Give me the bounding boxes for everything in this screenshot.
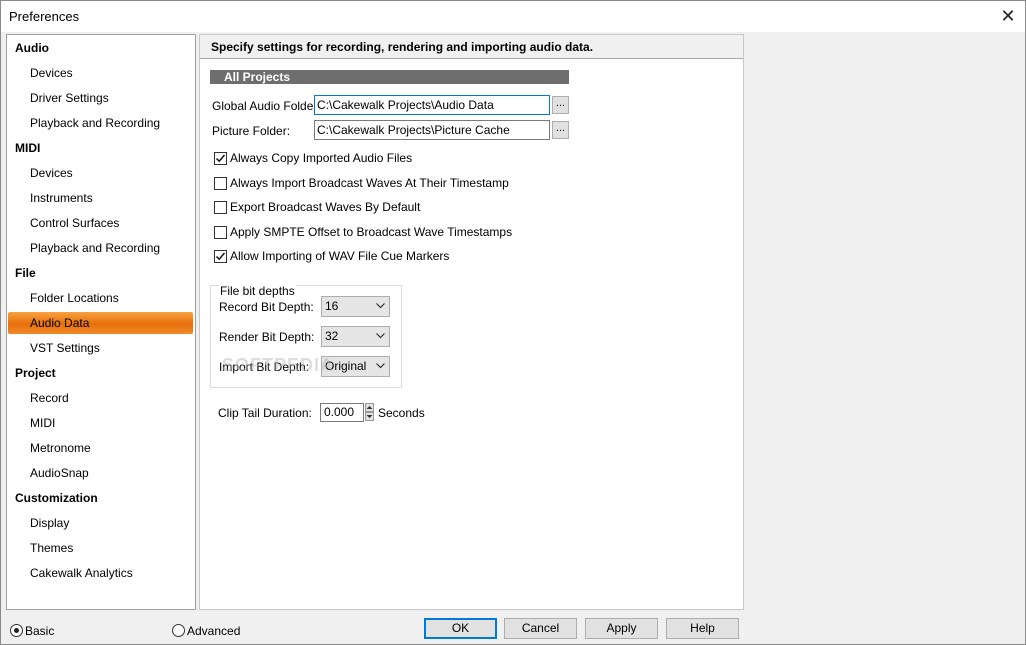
nav-item-midi[interactable]: MIDI (7, 412, 195, 434)
ok-button[interactable]: OK (424, 618, 497, 639)
nav-item-record[interactable]: Record (7, 387, 195, 409)
allow-importing-of-wav-file-cue-markers-label[interactable]: Allow Importing of WAV File Cue Markers (230, 249, 449, 263)
category-tree: Audio Devices Driver Settings Playback and … (6, 34, 196, 610)
picture-folder-input[interactable]: C:\Cakewalk Projects\Picture Cache (314, 120, 550, 140)
apply-smpte-offset-to-broadcast-wave-timestamps-label[interactable]: Apply SMPTE Offset to Broadcast Wave Tim… (230, 225, 512, 239)
nav-item-instruments[interactable]: Instruments (7, 187, 195, 209)
global-audio-folder-input[interactable]: C:\Cakewalk Projects\Audio Data (314, 95, 550, 115)
spin-down-icon[interactable] (365, 412, 374, 421)
nav-item-devices[interactable]: Devices (7, 162, 195, 184)
render-bit-depth-value: 32 (325, 329, 339, 343)
nav-category-project[interactable]: Project (7, 362, 195, 384)
clip-tail-duration-input[interactable]: 0.000 (320, 403, 364, 422)
nav-item-folder-locations[interactable]: Folder Locations (7, 287, 195, 309)
render-bit-depth-label: Render Bit Depth: (219, 330, 315, 344)
spin-up-icon[interactable] (365, 403, 374, 412)
file-bit-depths-legend: File bit depths (219, 284, 296, 298)
nav-category-customization[interactable]: Customization (7, 487, 195, 509)
apply-smpte-offset-to-broadcast-wave-timestamps-checkbox[interactable] (214, 225, 227, 239)
picture-folder-browse-button[interactable]: ... (552, 121, 569, 139)
panel-description: Specify settings for recording, renderin… (200, 35, 743, 59)
basic-mode-radio[interactable] (10, 624, 23, 637)
checkmark-icon (215, 154, 226, 163)
window-title: Preferences (9, 9, 80, 24)
record-bit-depth-select[interactable]: 16 (321, 296, 390, 317)
help-button[interactable]: Help (666, 618, 739, 639)
nav-category-file[interactable]: File (7, 262, 195, 284)
basic-mode-label[interactable]: Basic (25, 624, 54, 638)
picture-folder-label: Picture Folder: (212, 124, 291, 138)
nav-item-playback-and-recording[interactable]: Playback and Recording (7, 112, 195, 134)
close-icon[interactable]: ✕ (997, 5, 1019, 27)
allow-importing-of-wav-file-cue-markers-checkbox[interactable] (214, 250, 227, 263)
clip-tail-unit: Seconds (378, 406, 425, 420)
record-bit-depth-value: 16 (325, 299, 339, 313)
record-bit-depth-label: Record Bit Depth: (219, 300, 314, 314)
clip-tail-duration-label: Clip Tail Duration: (218, 406, 312, 420)
nav-item-control-surfaces[interactable]: Control Surfaces (7, 212, 195, 234)
chevron-down-icon (376, 303, 385, 309)
settings-panel: Specify settings for recording, renderin… (199, 34, 744, 610)
export-broadcast-waves-by-default-checkbox[interactable] (214, 201, 227, 214)
preferences-window: Preferences ✕ Audio Devices Driver Setting… (0, 0, 1026, 645)
advanced-mode-label[interactable]: Advanced (187, 624, 240, 638)
always-copy-imported-audio-files-checkbox[interactable] (214, 152, 227, 165)
export-broadcast-waves-by-default-label[interactable]: Export Broadcast Waves By Default (230, 200, 420, 214)
always-import-broadcast-waves-at-their-timestamp-label[interactable]: Always Import Broadcast Waves At Their T… (230, 176, 509, 190)
nav-item-metronome[interactable]: Metronome (7, 437, 195, 459)
clip-tail-spinner[interactable] (365, 403, 374, 422)
chevron-down-icon (376, 333, 385, 339)
checkmark-icon (215, 252, 226, 261)
nav-category-midi[interactable]: MIDI (7, 137, 195, 159)
nav-item-themes[interactable]: Themes (7, 537, 195, 559)
nav-item-devices[interactable]: Devices (7, 62, 195, 84)
nav-item-cakewalk-analytics[interactable]: Cakewalk Analytics (7, 562, 195, 584)
nav-item-audiosnap[interactable]: AudioSnap (7, 462, 195, 484)
cancel-button[interactable]: Cancel (504, 618, 577, 639)
global-audio-folder-label: Global Audio Folder: (212, 99, 321, 113)
always-import-broadcast-waves-at-their-timestamp-checkbox[interactable] (214, 176, 227, 190)
nav-item-driver-settings[interactable]: Driver Settings (7, 87, 195, 109)
title-bar: Preferences ✕ (1, 1, 1025, 32)
render-bit-depth-select[interactable]: 32 (321, 326, 390, 347)
chevron-down-icon (376, 363, 385, 369)
advanced-mode-radio[interactable] (172, 624, 185, 637)
always-copy-imported-audio-files-label[interactable]: Always Copy Imported Audio Files (230, 151, 412, 165)
nav-item-playback-and-recording[interactable]: Playback and Recording (7, 237, 195, 259)
global-audio-folder-browse-button[interactable]: ... (552, 96, 569, 114)
nav-category-audio[interactable]: Audio (7, 37, 195, 59)
apply-button[interactable]: Apply (585, 618, 658, 639)
nav-item-vst-settings[interactable]: VST Settings (7, 337, 195, 359)
section-header-all-projects: All Projects (210, 70, 569, 84)
nav-item-display[interactable]: Display (7, 512, 195, 534)
nav-item-audio-data[interactable]: Audio Data (8, 312, 193, 334)
watermark: SOFTPEDIA (222, 355, 335, 375)
